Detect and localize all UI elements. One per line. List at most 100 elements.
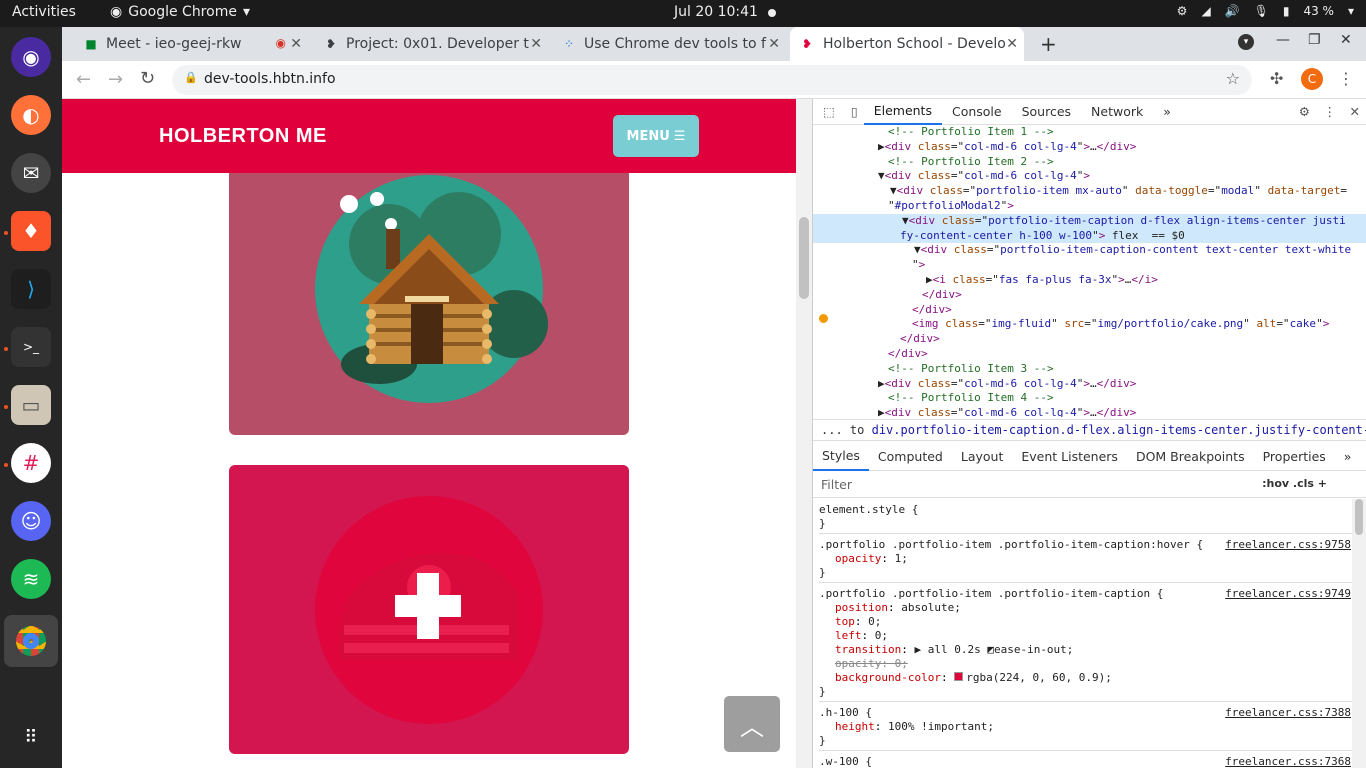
files-icon[interactable]: ▭ [11, 385, 51, 425]
dom-node-line[interactable]: </div> [813, 288, 1366, 303]
profile-avatar[interactable]: C [1301, 68, 1323, 90]
tab-search-icon[interactable]: ▾ [1238, 34, 1254, 50]
dom-node-line[interactable]: <!-- Portfolio Item 1 --> [813, 125, 1366, 140]
tab-devtools-guide[interactable]: ⁘ Use Chrome dev tools to f ✕ [562, 27, 786, 61]
page-scrollbar[interactable] [796, 99, 812, 768]
tab-dom-breakpoints[interactable]: DOM Breakpoints [1127, 449, 1254, 464]
chrome-menu-icon[interactable]: ⋮ [1338, 69, 1354, 88]
close-icon[interactable]: ✕ [290, 36, 302, 52]
dom-node-line[interactable]: ▶<i class="fas fa-plus fa-3x">…</i> [813, 273, 1366, 288]
tab-strip: ■ Meet - ieo-geej-rkw ◉ ✕ ❥ Project: 0x0… [62, 27, 1366, 61]
extensions-icon[interactable]: ✣ [1270, 69, 1283, 88]
new-tab-button[interactable]: + [1040, 32, 1057, 56]
portfolio-item-cabin[interactable] [229, 154, 629, 435]
mail-icon[interactable]: ✉ [11, 153, 51, 193]
close-icon[interactable]: ✕ [530, 36, 542, 52]
new-rule-icon[interactable]: + [1318, 477, 1327, 490]
tab-layout[interactable]: Layout [952, 449, 1013, 464]
dom-node-line[interactable]: "> [813, 258, 1366, 273]
chrome-dock-icon[interactable] [4, 615, 58, 667]
dom-node-line[interactable]: ▶<div class="col-md-6 col-lg-4">…</div> [813, 140, 1366, 155]
close-devtools-icon[interactable]: ✕ [1340, 104, 1366, 119]
css-rule[interactable]: .h-100 {freelancer.css:7388 height: 100% … [819, 702, 1353, 751]
dom-node-line[interactable]: ▶<div class="col-md-6 col-lg-4">…</div> [813, 377, 1366, 392]
hamburger-icon: ☰ [673, 128, 686, 144]
podcast-app-icon[interactable]: ◉ [11, 37, 51, 77]
close-window-button[interactable]: ✕ [1340, 32, 1352, 48]
tab-meet[interactable]: ■ Meet - ieo-geej-rkw ◉ ✕ [84, 27, 308, 61]
dom-node-line[interactable]: </div> [813, 303, 1366, 318]
tab-holberton-active[interactable]: ❥ Holberton School - Develo ✕ [790, 27, 1024, 61]
tab-computed[interactable]: Computed [869, 449, 952, 464]
dom-node-line[interactable]: ▼<div class="col-md-6 col-lg-4"> [813, 169, 1366, 184]
site-brand[interactable]: HOLBERTON ME [159, 125, 327, 148]
dom-node-line[interactable]: ▼<div class="portfolio-item mx-auto" dat… [813, 184, 1366, 199]
volume-icon: 🔊 [1224, 4, 1240, 18]
tab-properties[interactable]: Properties [1254, 449, 1335, 464]
vscode-icon[interactable]: ⟩ [11, 269, 51, 309]
more-tabs-icon[interactable]: » [1153, 104, 1181, 119]
styles-filter-input[interactable]: Filter :hov .cls + [813, 472, 1366, 498]
spotify-icon[interactable]: ≋ [11, 559, 51, 599]
dom-node-line[interactable]: fy-content-center h-100 w-100"> flex == … [813, 228, 1366, 244]
tab-elements[interactable]: Elements [863, 99, 942, 125]
reload-icon[interactable]: ↻ [140, 68, 155, 89]
tab-event-listeners[interactable]: Event Listeners [1012, 449, 1127, 464]
dom-node-line[interactable]: <!-- Portfolio Item 4 --> [813, 391, 1366, 406]
css-rule[interactable]: .portfolio .portfolio-item .portfolio-it… [819, 583, 1353, 702]
dom-node-line[interactable]: <img class="img-fluid" src="img/portfoli… [813, 317, 1366, 332]
more-tabs-icon[interactable]: » [1335, 449, 1361, 464]
close-icon[interactable]: ✕ [768, 36, 780, 52]
firefox-icon[interactable]: ◐ [11, 95, 51, 135]
app-menu[interactable]: ◉ Google Chrome ▾ [110, 4, 250, 20]
scroll-to-top-button[interactable]: ︿ [724, 696, 780, 752]
dom-node-line[interactable]: </div> [813, 347, 1366, 362]
dom-node-line[interactable]: "#portfolioModal2"> [813, 199, 1366, 214]
bookmark-star-icon[interactable]: ☆ [1226, 69, 1240, 88]
forward-icon[interactable]: → [108, 69, 123, 90]
holberton-favicon-icon: ❥ [325, 37, 337, 51]
filter-controls[interactable]: :hov .cls + [1262, 477, 1327, 490]
maximize-button[interactable]: ❐ [1308, 32, 1321, 48]
dom-node-line[interactable]: <!-- Portfolio Item 3 --> [813, 362, 1366, 377]
scrollbar-thumb[interactable] [799, 217, 809, 299]
slack-icon[interactable]: # [11, 443, 51, 483]
device-toolbar-icon[interactable]: ▯ [845, 104, 864, 119]
dom-node-line[interactable]: ▶<div class="col-md-6 col-lg-4">…</div> [813, 406, 1366, 417]
clock[interactable]: Jul 20 10:41 [674, 4, 758, 20]
portfolio-item-cake-hover[interactable] [229, 465, 629, 754]
dom-node-line[interactable]: </div> [813, 332, 1366, 347]
breadcrumb-current[interactable]: div.portfolio-item-caption.d-flex.align-… [872, 423, 1366, 437]
scrollbar-thumb[interactable] [1355, 499, 1363, 535]
minimize-button[interactable]: — [1276, 32, 1290, 48]
show-apps-icon[interactable]: ⠿ [11, 717, 51, 757]
tab-console[interactable]: Console [942, 104, 1012, 119]
tab-sources[interactable]: Sources [1012, 104, 1081, 119]
tab-styles[interactable]: Styles [813, 443, 869, 471]
css-rule[interactable]: element.style {} [819, 499, 1353, 534]
dom-node-line[interactable]: ▼<div class="portfolio-item-caption d-fl… [813, 213, 1366, 229]
styles-rules[interactable]: element.style {} .portfolio .portfolio-it… [813, 499, 1353, 768]
dom-node-line[interactable]: <!-- Portfolio Item 2 --> [813, 155, 1366, 170]
brave-icon[interactable]: ♦ [11, 211, 51, 251]
cls-toggle[interactable]: .cls [1293, 477, 1314, 490]
system-tray[interactable]: ⚙ ◢ 🔊 🎙 ▮ 43 % ▾ [1177, 4, 1354, 18]
inspect-element-icon[interactable]: ⬚ [813, 104, 845, 119]
dom-node-line[interactable]: ▼<div class="portfolio-item-caption-cont… [813, 243, 1366, 258]
css-rule[interactable]: .portfolio .portfolio-item .portfolio-it… [819, 534, 1353, 583]
activities-button[interactable]: Activities [12, 4, 76, 20]
rule-source-link: freelancer.css:9749 [1225, 587, 1351, 600]
close-icon[interactable]: ✕ [1006, 36, 1018, 52]
hov-toggle[interactable]: :hov [1262, 477, 1289, 490]
tab-project[interactable]: ❥ Project: 0x01. Developer t ✕ [324, 27, 548, 61]
address-bar[interactable]: 🔒 dev-tools.hbtn.info ☆ [172, 65, 1252, 95]
dom-tree[interactable]: <!-- Portfolio Item 1 --> ▶<div class="co… [813, 125, 1366, 417]
breadcrumb[interactable]: ... to div.portfolio-item-caption.d-flex… [813, 419, 1366, 441]
css-rule[interactable]: .w-100 {freelancer.css:7368 [819, 751, 1353, 768]
discord-icon[interactable]: ☺ [11, 501, 51, 541]
tab-network[interactable]: Network [1081, 104, 1153, 119]
terminal-icon[interactable]: >_ [11, 327, 51, 367]
menu-button[interactable]: MENU ☰ [613, 115, 699, 157]
styles-scrollbar[interactable] [1352, 499, 1366, 768]
back-icon[interactable]: ← [76, 69, 91, 90]
